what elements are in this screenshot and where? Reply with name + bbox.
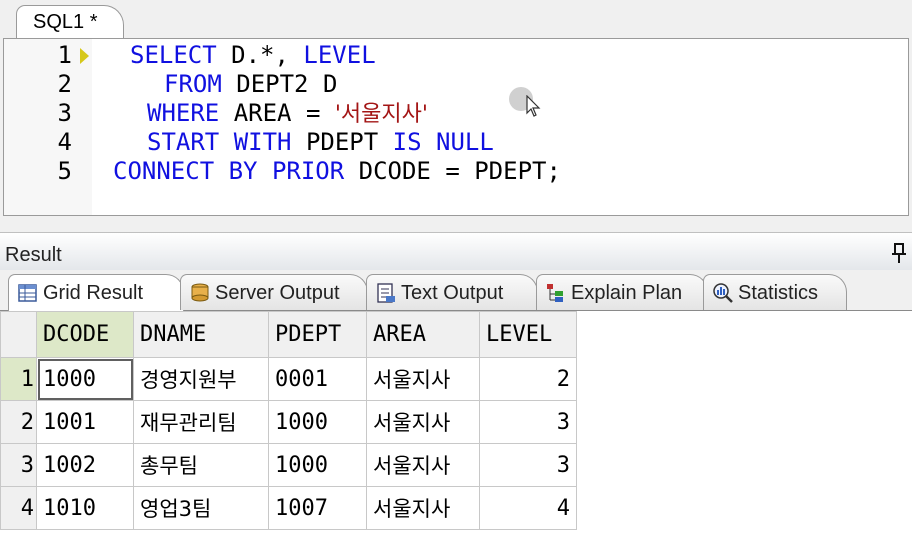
tab-label: Server Output	[215, 282, 340, 304]
result-panel-header: Result	[0, 232, 912, 271]
tab-server-output[interactable]: Server Output	[180, 274, 368, 310]
code-line-5: 5 CONNECT BY PRIOR DCODE = PDEPT;	[4, 157, 908, 186]
cell-area[interactable]: 서울지사	[366, 357, 480, 401]
statistics-icon	[713, 283, 733, 303]
row-number[interactable]: 1	[0, 357, 37, 401]
mouse-pointer-icon	[526, 95, 541, 117]
pin-icon[interactable]	[890, 242, 908, 264]
code-line-1: 1 SELECT D.*, LEVEL	[4, 41, 908, 70]
cell-level[interactable]: 2	[479, 357, 577, 401]
column-header-pdept[interactable]: PDEPT	[268, 311, 367, 358]
table-row[interactable]: 1 1000 경영지원부 0001 서울지사 2	[0, 357, 577, 401]
line-number: 4	[57, 128, 72, 156]
explain-plan-icon	[547, 284, 563, 302]
tab-label: Explain Plan	[571, 282, 683, 304]
cell-pdept[interactable]: 1000	[268, 443, 367, 487]
cell-dcode[interactable]: 1002	[36, 443, 134, 487]
table-row[interactable]: 2 1001 재무관리팀 1000 서울지사 3	[0, 400, 577, 444]
code-line-2: 2 FROM DEPT2 D	[4, 70, 908, 99]
line-number: 2	[57, 70, 72, 98]
grid-result-icon	[18, 284, 37, 302]
cell-dname[interactable]: 영업3팀	[133, 486, 269, 530]
line-number: 3	[57, 99, 72, 127]
tab-grid-result[interactable]: Grid Result	[8, 274, 184, 311]
code-text[interactable]: WHERE AREA = '서울지사'	[147, 99, 428, 129]
code-line-4: 4 START WITH PDEPT IS NULL	[4, 128, 908, 157]
editor-tab-strip: SQL1 *	[0, 0, 912, 38]
line-number: 5	[57, 157, 72, 185]
tab-label: Statistics	[738, 282, 819, 304]
column-header-dname[interactable]: DNAME	[133, 311, 269, 358]
line-number: 1	[57, 41, 72, 69]
table-row[interactable]: 3 1002 총무팀 1000 서울지사 3	[0, 443, 577, 487]
tab-explain-plan[interactable]: Explain Plan	[536, 274, 708, 310]
cell-dname[interactable]: 재무관리팀	[133, 400, 269, 444]
cell-dname[interactable]: 총무팀	[133, 443, 269, 487]
cell-dname[interactable]: 경영지원부	[133, 357, 269, 401]
row-number-header	[0, 311, 37, 358]
text-output-icon	[377, 283, 395, 303]
code-text[interactable]: CONNECT BY PRIOR DCODE = PDEPT;	[113, 157, 561, 186]
cell-level[interactable]: 3	[479, 443, 577, 487]
row-number[interactable]: 4	[0, 486, 37, 530]
cell-area[interactable]: 서울지사	[366, 486, 480, 530]
row-number[interactable]: 2	[0, 400, 37, 444]
current-line-arrow-icon	[80, 48, 89, 64]
tab-label: Text Output	[401, 282, 504, 304]
cell-pdept[interactable]: 1007	[268, 486, 367, 530]
tab-text-output[interactable]: Text Output	[366, 274, 538, 310]
column-header-area[interactable]: AREA	[366, 311, 480, 358]
code-text[interactable]: FROM DEPT2 D	[164, 70, 337, 99]
row-number[interactable]: 3	[0, 443, 37, 487]
tab-label: Grid Result	[43, 282, 144, 304]
cell-dcode[interactable]: 1000	[36, 357, 134, 401]
result-tab-bar: Grid Result Server Output Text Output Ex…	[0, 270, 912, 311]
code-text[interactable]: START WITH PDEPT IS NULL	[147, 128, 494, 157]
cell-pdept[interactable]: 0001	[268, 357, 367, 401]
cell-pdept[interactable]: 1000	[268, 400, 367, 444]
header-row: DCODE DNAME PDEPT AREA LEVEL	[0, 311, 577, 358]
result-grid[interactable]: DCODE DNAME PDEPT AREA LEVEL 1 1000 경영지원…	[0, 311, 912, 538]
code-text[interactable]: SELECT D.*, LEVEL	[130, 41, 376, 70]
cell-level[interactable]: 4	[479, 486, 577, 530]
cell-level[interactable]: 3	[479, 400, 577, 444]
result-table: DCODE DNAME PDEPT AREA LEVEL 1 1000 경영지원…	[0, 311, 577, 530]
sql-editor[interactable]: 1 SELECT D.*, LEVEL 2 FROM DEPT2 D 3 WHE…	[3, 38, 909, 216]
table-row[interactable]: 4 1010 영업3팀 1007 서울지사 4	[0, 486, 577, 530]
result-panel-title: Result	[5, 244, 62, 266]
code-line-3: 3 WHERE AREA = '서울지사'	[4, 99, 908, 128]
column-header-level[interactable]: LEVEL	[479, 311, 577, 358]
cell-dcode[interactable]: 1010	[36, 486, 134, 530]
cell-dcode[interactable]: 1001	[36, 400, 134, 444]
server-output-icon	[191, 283, 209, 302]
tab-sql1[interactable]: SQL1 *	[16, 5, 125, 38]
column-header-dcode[interactable]: DCODE	[36, 311, 134, 358]
tab-statistics[interactable]: Statistics	[703, 274, 847, 310]
cell-area[interactable]: 서울지사	[366, 443, 480, 487]
cell-area[interactable]: 서울지사	[366, 400, 480, 444]
